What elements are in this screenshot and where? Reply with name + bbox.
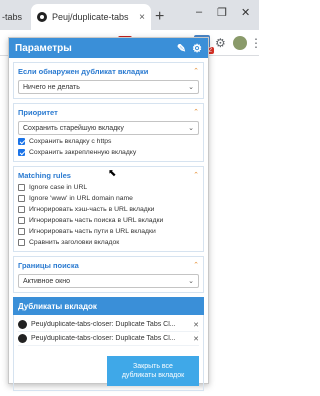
chevron-down-icon: ⌄ (188, 125, 194, 132)
checkbox-label: Сохранить вкладку с https (29, 137, 112, 145)
tab-partial[interactable]: -tabs (0, 4, 28, 30)
collapse-icon[interactable]: ⌃ (193, 171, 199, 179)
list-item[interactable]: Peuj/duplicate-tabs-closer: Duplicate Ta… (18, 332, 199, 346)
collapse-icon[interactable]: ⌃ (193, 108, 199, 116)
ignore-search-checkbox[interactable]: Игнорировать часть поиска в URL вкладки (18, 215, 199, 225)
section-title: Matching rules (18, 170, 71, 180)
collapse-icon[interactable]: ⌃ (193, 67, 199, 75)
select-value: Сохранить старейшую вкладку (23, 124, 124, 132)
github-icon (37, 12, 47, 22)
mouse-cursor-icon: ⬉ (108, 168, 117, 179)
select-value: Активное окно (23, 277, 70, 285)
keep-pinned-checkbox[interactable]: Сохранить закрепленную вкладку (18, 147, 199, 157)
select-value: Ничего не делать (23, 83, 80, 91)
tab-strip: -tabs Peuj/duplicate-tabs × + – ❐ ✕ (0, 0, 259, 30)
ignore-hash-checkbox[interactable]: Игнорировать хэш-часть в URL вкладки (18, 204, 199, 214)
tab-partial-title: -tabs (2, 12, 23, 22)
chevron-down-icon: ⌄ (188, 278, 194, 285)
tab-active[interactable]: Peuj/duplicate-tabs × (31, 4, 151, 30)
checkbox-label: Ignore case in URL (29, 183, 88, 191)
checkbox-checked-icon[interactable] (18, 148, 25, 156)
checkbox-icon[interactable] (18, 194, 25, 202)
tab-close-button[interactable]: × (139, 12, 145, 23)
checkbox-icon[interactable] (18, 183, 25, 191)
duplicate-tab-title: Peuj/duplicate-tabs-closer: Duplicate Ta… (31, 321, 176, 328)
checkbox-label: Игнорировать хэш-часть в URL вкладки (29, 205, 155, 213)
section-header[interactable]: Приоритет ⌃ (18, 106, 199, 118)
compare-titles-checkbox[interactable]: Сравнить заголовки вкладок (18, 237, 199, 247)
tab-title: Peuj/duplicate-tabs (52, 12, 129, 22)
github-icon (18, 334, 27, 343)
checkbox-icon[interactable] (18, 238, 25, 246)
checkbox-checked-icon[interactable] (18, 137, 25, 145)
on-duplicate-select[interactable]: Ничего не делать ⌄ (18, 80, 199, 94)
github-icon (18, 320, 27, 329)
keep-https-checkbox[interactable]: Сохранить вкладку с https (18, 136, 199, 146)
close-icon[interactable]: ✕ (193, 321, 199, 329)
maximize-button[interactable]: ❐ (217, 6, 227, 19)
section-header[interactable]: Если обнаружен дубликат вкладки ⌃ (18, 65, 199, 77)
chevron-down-icon: ⌄ (188, 84, 194, 91)
ignore-www-checkbox[interactable]: Ignore 'www' in URL domain name (18, 193, 199, 203)
checkbox-label: Сравнить заголовки вкладок (29, 238, 120, 246)
section-if-found: Если обнаружен дубликат вкладки ⌃ Ничего… (13, 62, 204, 99)
section-title: Границы поиска (18, 260, 79, 270)
gear-icon[interactable]: ⚙ (192, 42, 202, 55)
gear-extension-icon[interactable]: ⚙ (215, 35, 226, 51)
section-search-scope: Границы поиска ⌃ Активное окно ⌄ (13, 256, 204, 293)
duplicates-list: Peuj/duplicate-tabs-closer: Duplicate Ta… (13, 315, 204, 391)
close-icon[interactable]: ✕ (193, 335, 199, 343)
search-scope-select[interactable]: Активное окно ⌄ (18, 274, 199, 288)
duplicate-tab-title: Peuj/duplicate-tabs-closer: Duplicate Ta… (31, 335, 176, 342)
popup-header: Параметры ✎ ⚙ (9, 38, 208, 58)
close-all-line1: Закрыть все (133, 363, 173, 370)
duplicates-title: Дубликаты вкладок (13, 297, 204, 315)
section-title: Если обнаружен дубликат вкладки (18, 66, 149, 76)
new-tab-button[interactable]: + (155, 8, 164, 26)
minimize-button[interactable]: – (196, 6, 202, 18)
checkbox-label: Игнорировать часть пути в URL вкладки (29, 227, 156, 235)
section-title: Приоритет (18, 107, 58, 117)
duplicates-panel: Дубликаты вкладок Peuj/duplicate-tabs-cl… (13, 297, 204, 391)
list-item[interactable]: Peuj/duplicate-tabs-closer: Duplicate Ta… (18, 318, 199, 332)
checkbox-icon[interactable] (18, 216, 25, 224)
checkbox-label: Сохранить закрепленную вкладку (29, 148, 137, 156)
popup-title: Параметры (15, 42, 72, 54)
section-priority: Приоритет ⌃ Сохранить старейшую вкладку … (13, 103, 204, 162)
priority-select[interactable]: Сохранить старейшую вкладку ⌄ (18, 121, 199, 135)
section-header[interactable]: Границы поиска ⌃ (18, 259, 199, 271)
collapse-icon[interactable]: ⌃ (193, 261, 199, 269)
checkbox-label: Игнорировать часть поиска в URL вкладки (29, 216, 164, 224)
checkbox-icon[interactable] (18, 205, 25, 213)
ignore-path-checkbox[interactable]: Игнорировать часть пути в URL вкладки (18, 226, 199, 236)
pin-icon[interactable]: ✎ (177, 42, 186, 55)
ignore-case-checkbox[interactable]: Ignore case in URL (18, 182, 199, 192)
close-all-line2: дубликаты вкладок (121, 372, 185, 379)
options-popup: Параметры ✎ ⚙ Если обнаружен дубликат вк… (8, 37, 209, 391)
checkbox-icon[interactable] (18, 227, 25, 235)
menu-icon[interactable]: ⋮ (250, 35, 262, 51)
close-all-duplicates-button[interactable]: Закрыть все дубликаты вкладок (107, 356, 199, 386)
close-window-button[interactable]: ✕ (241, 6, 250, 19)
avatar[interactable] (233, 36, 247, 50)
checkbox-label: Ignore 'www' in URL domain name (29, 194, 133, 202)
